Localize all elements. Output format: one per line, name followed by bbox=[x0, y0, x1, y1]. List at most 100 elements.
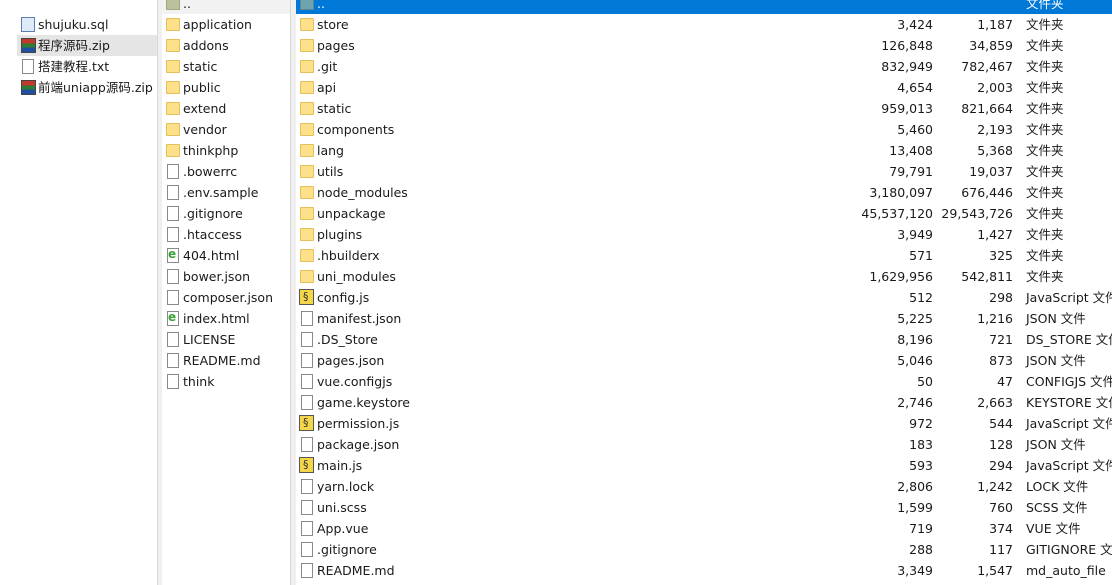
packed-size: 542,811 bbox=[961, 269, 1013, 284]
packed-size: 34,859 bbox=[969, 38, 1013, 53]
list-item[interactable]: extend bbox=[162, 98, 291, 119]
packed-size: 1,427 bbox=[977, 227, 1013, 242]
list-item[interactable]: shujuku.sql bbox=[17, 14, 158, 35]
folder-icon bbox=[166, 102, 180, 115]
table-row[interactable]: plugins 3,949 1,427 文件夹 bbox=[296, 224, 1112, 245]
file-type: 文件夹 bbox=[1026, 101, 1064, 116]
file-type: LOCK 文件 bbox=[1026, 479, 1089, 494]
file-type: CONFIGJS 文件 bbox=[1026, 374, 1112, 389]
list-item[interactable]: README.md bbox=[162, 350, 291, 371]
packed-size: 298 bbox=[989, 290, 1013, 305]
table-row[interactable]: .gitignore288117GITIGNORE 文件 bbox=[296, 539, 1112, 560]
zip-archive-icon bbox=[21, 38, 36, 53]
table-row[interactable]: config.js512298JavaScript 文件 bbox=[296, 286, 1112, 308]
file-type: 文件夹 bbox=[1026, 17, 1064, 32]
file-type: KEYSTORE 文件 bbox=[1026, 395, 1112, 410]
list-item[interactable]: bower.json bbox=[162, 266, 291, 287]
list-item[interactable]: composer.json bbox=[162, 287, 291, 308]
table-row[interactable]: store 3,424 1,187 文件夹 bbox=[296, 14, 1112, 35]
table-row[interactable]: .. 文件夹 bbox=[296, 0, 1112, 14]
list-item[interactable]: static bbox=[162, 56, 291, 77]
left-file-pane[interactable]: shujuku.sql 程序源码.zip 搭建教程.txt 前端uniapp源码.zi… bbox=[0, 0, 158, 585]
file-type: 文件夹 bbox=[1026, 248, 1064, 263]
file-type: 文件夹 bbox=[1026, 122, 1064, 137]
list-item[interactable]: 前端uniapp源码.zip bbox=[17, 77, 158, 98]
file-name: addons bbox=[183, 38, 229, 53]
table-row[interactable]: uni.scss 1,599 760 SCSS 文件 bbox=[296, 497, 1112, 518]
list-item[interactable]: .. bbox=[162, 0, 291, 14]
table-row[interactable]: pages 126,848 34,859 文件夹 bbox=[296, 35, 1112, 56]
file-name: manifest.json bbox=[317, 311, 402, 326]
list-item[interactable]: vendor bbox=[162, 119, 291, 140]
folder-icon bbox=[300, 18, 314, 31]
list-item[interactable]: public bbox=[162, 77, 291, 98]
packed-size: 47 bbox=[997, 374, 1013, 389]
table-row[interactable]: manifest.json 5,225 1,216 JSON 文件 bbox=[296, 308, 1112, 329]
list-item[interactable]: .env.sample bbox=[162, 182, 291, 203]
list-item[interactable]: addons bbox=[162, 35, 291, 56]
folder-icon bbox=[300, 39, 314, 52]
file-name: permission.js bbox=[317, 416, 400, 431]
list-item[interactable]: .gitignore bbox=[162, 203, 291, 224]
table-row[interactable]: game.keystore 2,746 2,663 KEYSTORE 文件 bbox=[296, 392, 1112, 413]
table-row[interactable]: components 5,460 2,193 文件夹 bbox=[296, 119, 1112, 140]
file-name: uni_modules bbox=[317, 269, 396, 284]
file-name: App.vue bbox=[317, 521, 369, 536]
list-item[interactable]: LICENSE bbox=[162, 329, 291, 350]
file-icon bbox=[301, 374, 313, 389]
file-icon bbox=[301, 332, 313, 347]
file-type: 文件夹 bbox=[1026, 0, 1064, 11]
file-icon bbox=[167, 269, 179, 284]
list-item[interactable]: 404.html bbox=[162, 244, 291, 266]
table-row[interactable]: static 959,013 821,664 文件夹 bbox=[296, 98, 1112, 119]
file-name: config.js bbox=[317, 290, 370, 305]
archive-root-pane[interactable]: .. application addons static public extend ven… bbox=[162, 0, 291, 585]
file-name: main.js bbox=[317, 458, 363, 473]
table-row[interactable]: utils 79,791 19,037 文件夹 bbox=[296, 161, 1112, 182]
packed-size: 1,547 bbox=[977, 563, 1013, 578]
table-row[interactable]: uni_modules 1,629,956 542,811 文件夹 bbox=[296, 266, 1112, 287]
table-row[interactable]: .hbuilderx 571 325 文件夹 bbox=[296, 245, 1112, 266]
table-row[interactable]: permission.js972544JavaScript 文件 bbox=[296, 412, 1112, 434]
list-item[interactable]: think bbox=[162, 371, 291, 392]
list-item[interactable]: 程序源码.zip bbox=[17, 35, 158, 56]
list-item[interactable]: application bbox=[162, 14, 291, 35]
list-item[interactable]: 搭建教程.txt bbox=[17, 56, 158, 77]
packed-size: 821,664 bbox=[961, 101, 1013, 116]
table-row[interactable]: package.json 183 128 JSON 文件 bbox=[296, 434, 1112, 455]
packed-size: 2,003 bbox=[977, 80, 1013, 95]
packed-size: 676,446 bbox=[961, 185, 1013, 200]
table-row[interactable]: .git 832,949 782,467 文件夹 bbox=[296, 56, 1112, 77]
list-item[interactable]: .htaccess bbox=[162, 224, 291, 245]
packed-size: 2,663 bbox=[977, 395, 1013, 410]
file-icon bbox=[167, 206, 179, 221]
file-type: JavaScript 文件 bbox=[1026, 458, 1112, 473]
file-name: composer.json bbox=[183, 290, 274, 305]
list-item[interactable]: .bowerrc bbox=[162, 161, 291, 182]
table-row[interactable]: App.vue 719 374 VUE 文件 bbox=[296, 518, 1112, 539]
table-row[interactable]: main.js593294JavaScript 文件 bbox=[296, 454, 1112, 476]
file-icon bbox=[301, 500, 313, 515]
table-row[interactable]: node_modules 3,180,097 676,446 文件夹 bbox=[296, 182, 1112, 203]
file-name: README.md bbox=[183, 353, 261, 368]
packed-size: 374 bbox=[989, 521, 1013, 536]
table-row[interactable]: .DS_Store 8,196 721 DS_STORE 文件 bbox=[296, 329, 1112, 350]
file-name: .gitignore bbox=[317, 542, 377, 557]
list-item[interactable]: index.html bbox=[162, 307, 291, 329]
table-row[interactable]: lang 13,408 5,368 文件夹 bbox=[296, 140, 1112, 161]
file-type: 文件夹 bbox=[1026, 206, 1064, 221]
packed-size: 294 bbox=[989, 458, 1013, 473]
file-name: README.md bbox=[317, 563, 395, 578]
table-row[interactable]: README.md 3,349 1,547 md_auto_file bbox=[296, 560, 1112, 581]
archive-folder-pane[interactable]: .. 文件夹 store 3,424 1,187 文件夹 pages 126,848 34,85… bbox=[296, 0, 1112, 585]
list-item[interactable]: thinkphp bbox=[162, 140, 291, 161]
file-name: 404.html bbox=[183, 248, 240, 263]
file-icon bbox=[167, 374, 179, 389]
file-type: 文件夹 bbox=[1026, 38, 1064, 53]
table-row[interactable]: api 4,654 2,003 文件夹 bbox=[296, 77, 1112, 98]
table-row[interactable]: yarn.lock 2,806 1,242 LOCK 文件 bbox=[296, 476, 1112, 497]
file-name: uni.scss bbox=[317, 500, 367, 515]
table-row[interactable]: pages.json 5,046 873 JSON 文件 bbox=[296, 350, 1112, 371]
table-row[interactable]: unpackage 45,537,120 29,543,726 文件夹 bbox=[296, 203, 1112, 224]
table-row[interactable]: vue.configjs 50 47 CONFIGJS 文件 bbox=[296, 371, 1112, 392]
